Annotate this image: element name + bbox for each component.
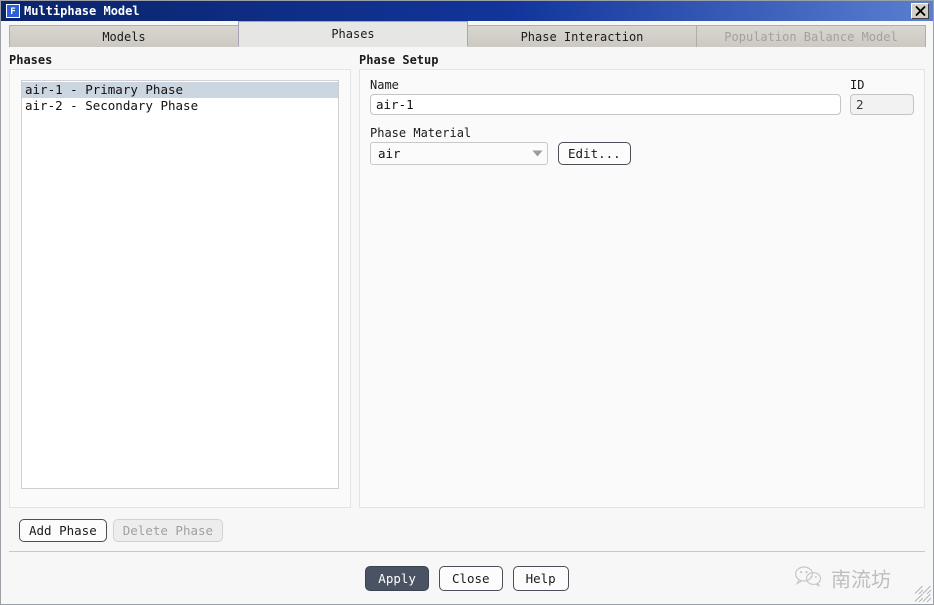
wechat-icon <box>794 564 824 592</box>
close-window-button[interactable] <box>911 3 929 19</box>
tab-phases[interactable]: Phases <box>238 21 468 47</box>
phase-name-input[interactable] <box>370 94 841 115</box>
phase-id-input[interactable] <box>850 94 914 115</box>
delete-phase-button: Delete Phase <box>112 519 224 542</box>
title-bar: F Multiphase Model <box>1 1 933 21</box>
phases-listbox[interactable]: air-1 - Primary Phase air-2 - Secondary … <box>21 80 339 489</box>
phase-material-select[interactable]: air <box>370 142 548 165</box>
chevron-down-icon <box>532 150 543 157</box>
close-button[interactable]: Close <box>438 565 503 591</box>
apply-button[interactable]: Apply <box>365 565 429 591</box>
help-button[interactable]: Help <box>512 565 569 591</box>
edit-material-button[interactable]: Edit... <box>558 142 631 165</box>
watermark-text: 南流坊 <box>831 567 891 592</box>
phase-material-label: Phase Material <box>370 126 472 140</box>
name-id-row: Name ID <box>370 78 914 115</box>
window-title: Multiphase Model <box>24 4 140 18</box>
close-icon <box>914 6 926 16</box>
dialog-footer: Apply Close Help 南流坊 <box>1 552 933 604</box>
tab-models[interactable]: Models <box>9 25 239 47</box>
phase-material-value: air <box>378 146 401 161</box>
phases-group: Phases air-1 - Primary Phase air-2 - Sec… <box>9 53 351 508</box>
name-label: Name <box>370 78 399 92</box>
tab-phase-interaction[interactable]: Phase Interaction <box>467 25 697 47</box>
list-item-phase-secondary[interactable]: air-2 - Secondary Phase <box>22 98 338 114</box>
fluent-app-icon: F <box>6 4 20 18</box>
phases-group-title: Phases <box>9 53 53 67</box>
phases-group-body: air-1 - Primary Phase air-2 - Secondary … <box>9 69 351 508</box>
tab-bar: Models Phases Phase Interaction Populati… <box>1 21 933 47</box>
phase-material-group: Phase Material air <box>370 126 548 165</box>
id-label: ID <box>850 78 865 92</box>
phase-material-row: Phase Material air Edit... <box>370 126 914 165</box>
tab-content-phases: Phases air-1 - Primary Phase air-2 - Sec… <box>1 47 933 508</box>
resize-grip[interactable] <box>915 586 931 602</box>
watermark: 南流坊 <box>794 564 891 593</box>
list-item-phase-primary[interactable]: air-1 - Primary Phase <box>22 82 338 98</box>
name-field-group: Name <box>370 78 841 115</box>
id-field-group: ID <box>850 78 914 115</box>
add-phase-button[interactable]: Add Phase <box>19 519 107 542</box>
phase-setup-group: Phase Setup Name ID Phase Material <box>359 53 925 508</box>
phase-setup-group-title: Phase Setup <box>359 53 439 67</box>
tab-population-balance-model: Population Balance Model <box>696 25 926 47</box>
phase-action-buttons: Add Phase Delete Phase <box>1 508 933 548</box>
multiphase-model-dialog: F Multiphase Model Models Phases Phase I… <box>0 0 934 605</box>
phase-setup-group-body: Name ID Phase Material air <box>359 69 925 508</box>
